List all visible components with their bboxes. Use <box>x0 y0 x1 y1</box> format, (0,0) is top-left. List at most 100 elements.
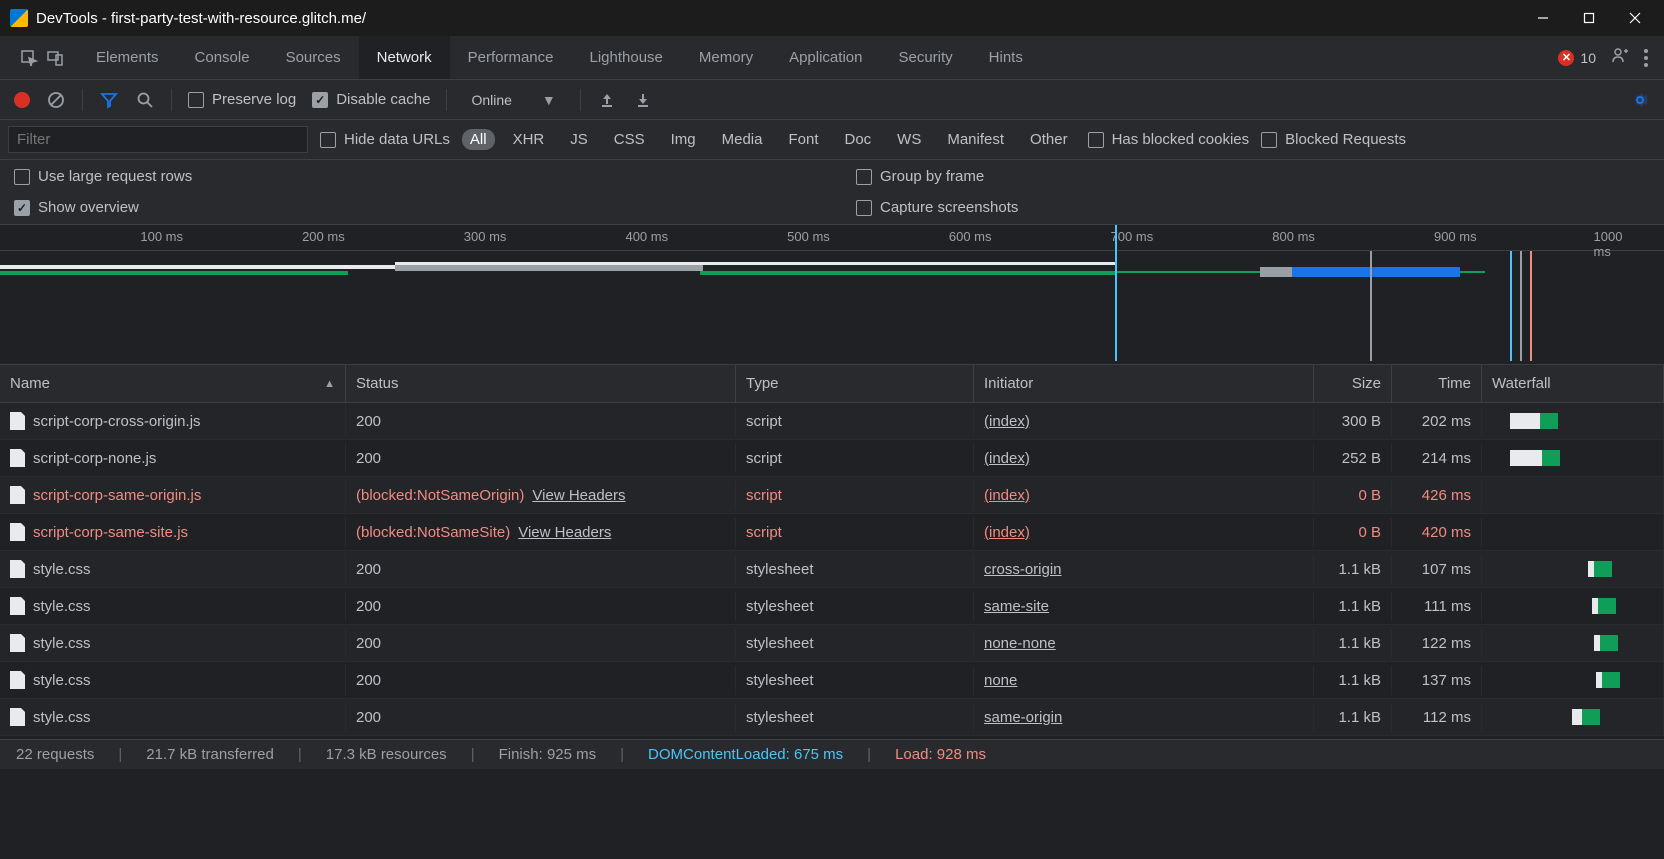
network-overview[interactable]: 100 ms200 ms300 ms400 ms500 ms600 ms700 … <box>0 225 1664 365</box>
initiator-link[interactable]: same-origin <box>984 709 1062 726</box>
table-row[interactable]: style.css200stylesheetsame-origin1.1 kB1… <box>0 699 1664 736</box>
initiator-link[interactable]: same-site <box>984 598 1049 615</box>
view-headers-link[interactable]: View Headers <box>532 487 625 504</box>
download-har-icon[interactable] <box>633 90 653 110</box>
initiator-link[interactable]: (index) <box>984 450 1030 467</box>
show-overview-checkbox[interactable]: Show overview <box>14 199 828 216</box>
error-count-badge[interactable]: ✕ 10 <box>1558 50 1596 66</box>
tab-application[interactable]: Application <box>771 36 880 79</box>
type-filter-img[interactable]: Img <box>663 129 704 150</box>
waterfall-cell <box>1482 514 1664 550</box>
tab-hints[interactable]: Hints <box>971 36 1041 79</box>
type-filter-css[interactable]: CSS <box>606 129 653 150</box>
file-icon <box>10 523 25 541</box>
more-menu-icon[interactable] <box>1644 49 1648 67</box>
has-blocked-cookies-checkbox[interactable]: Has blocked cookies <box>1088 131 1250 148</box>
request-name: style.css <box>33 598 91 615</box>
request-time: 420 ms <box>1392 518 1482 547</box>
clear-button[interactable] <box>46 90 66 110</box>
request-status: 200 <box>356 598 381 615</box>
table-row[interactable]: style.css200stylesheetnone1.1 kB137 ms <box>0 662 1664 699</box>
close-button[interactable] <box>1612 0 1658 36</box>
capture-screenshots-checkbox[interactable]: Capture screenshots <box>856 199 1650 216</box>
group-by-frame-checkbox[interactable]: Group by frame <box>856 168 1650 185</box>
disable-cache-checkbox[interactable]: Disable cache <box>312 91 430 108</box>
hide-data-urls-checkbox[interactable]: Hide data URLs <box>320 131 450 148</box>
window-title: DevTools - first-party-test-with-resourc… <box>36 10 1520 27</box>
view-headers-link[interactable]: View Headers <box>518 524 611 541</box>
record-button[interactable] <box>14 92 30 108</box>
table-row[interactable]: script-corp-none.js200script(index)252 B… <box>0 440 1664 477</box>
tab-sources[interactable]: Sources <box>268 36 359 79</box>
inspect-element-icon[interactable] <box>18 47 40 69</box>
file-icon <box>10 486 25 504</box>
device-mode-icon[interactable] <box>44 47 66 69</box>
tab-memory[interactable]: Memory <box>681 36 771 79</box>
file-icon <box>10 597 25 615</box>
type-filter-all[interactable]: All <box>462 129 495 150</box>
request-name: script-corp-cross-origin.js <box>33 413 201 430</box>
tab-console[interactable]: Console <box>177 36 268 79</box>
request-time: 122 ms <box>1392 629 1482 658</box>
table-row[interactable]: script-corp-same-site.js(blocked:NotSame… <box>0 514 1664 551</box>
request-size: 252 B <box>1314 444 1392 473</box>
initiator-link[interactable]: cross-origin <box>984 561 1062 578</box>
blocked-requests-checkbox[interactable]: Blocked Requests <box>1261 131 1406 148</box>
table-row[interactable]: style.css200stylesheetcross-origin1.1 kB… <box>0 551 1664 588</box>
initiator-link[interactable]: (index) <box>984 524 1030 541</box>
type-filter-ws[interactable]: WS <box>889 129 929 150</box>
initiator-link[interactable]: none <box>984 672 1017 689</box>
large-rows-checkbox[interactable]: Use large request rows <box>14 168 828 185</box>
type-filter-js[interactable]: JS <box>562 129 596 150</box>
waterfall-cell <box>1482 588 1664 624</box>
maximize-button[interactable] <box>1566 0 1612 36</box>
request-name: style.css <box>33 561 91 578</box>
request-type: stylesheet <box>736 666 974 695</box>
request-time: 202 ms <box>1392 407 1482 436</box>
app-icon <box>10 9 28 27</box>
feedback-icon[interactable] <box>1610 46 1630 69</box>
tab-elements[interactable]: Elements <box>78 36 177 79</box>
table-row[interactable]: script-corp-cross-origin.js200script(ind… <box>0 403 1664 440</box>
type-filter-doc[interactable]: Doc <box>836 129 879 150</box>
tab-lighthouse[interactable]: Lighthouse <box>572 36 681 79</box>
type-filter-media[interactable]: Media <box>714 129 771 150</box>
upload-har-icon[interactable] <box>597 90 617 110</box>
type-filter-xhr[interactable]: XHR <box>505 129 553 150</box>
filter-input[interactable] <box>8 126 308 153</box>
column-type[interactable]: Type <box>736 365 974 402</box>
type-filter-manifest[interactable]: Manifest <box>939 129 1012 150</box>
filter-icon[interactable] <box>99 90 119 110</box>
preserve-log-checkbox[interactable]: Preserve log <box>188 91 296 108</box>
tab-security[interactable]: Security <box>880 36 970 79</box>
column-time[interactable]: Time <box>1392 365 1482 402</box>
overview-tick: 500 ms <box>787 229 830 244</box>
type-filter-font[interactable]: Font <box>780 129 826 150</box>
column-status[interactable]: Status <box>346 365 736 402</box>
file-icon <box>10 708 25 726</box>
request-name: style.css <box>33 709 91 726</box>
table-row[interactable]: script-corp-same-origin.js(blocked:NotSa… <box>0 477 1664 514</box>
chevron-down-icon: ▼ <box>542 92 556 108</box>
initiator-link[interactable]: (index) <box>984 413 1030 430</box>
type-filter-other[interactable]: Other <box>1022 129 1076 150</box>
file-icon <box>10 634 25 652</box>
minimize-button[interactable] <box>1520 0 1566 36</box>
settings-gear-icon[interactable] <box>1630 90 1650 110</box>
network-summary: 22 requests| 21.7 kB transferred| 17.3 k… <box>0 739 1664 769</box>
search-icon[interactable] <box>135 90 155 110</box>
column-initiator[interactable]: Initiator <box>974 365 1314 402</box>
tab-performance[interactable]: Performance <box>450 36 572 79</box>
throttling-select[interactable]: Online▼ <box>463 92 563 108</box>
table-row[interactable]: style.css200stylesheetsame-site1.1 kB111… <box>0 588 1664 625</box>
column-name[interactable]: Name <box>0 365 346 402</box>
column-waterfall[interactable]: Waterfall <box>1482 365 1664 402</box>
initiator-link[interactable]: none-none <box>984 635 1056 652</box>
column-size[interactable]: Size <box>1314 365 1392 402</box>
tab-network[interactable]: Network <box>359 36 450 79</box>
initiator-link[interactable]: (index) <box>984 487 1030 504</box>
table-row[interactable]: style.css200stylesheetnone-none1.1 kB122… <box>0 625 1664 662</box>
waterfall-cell <box>1482 477 1664 513</box>
request-status: (blocked:NotSameOrigin) <box>356 487 524 504</box>
error-count-text: 10 <box>1580 50 1596 66</box>
